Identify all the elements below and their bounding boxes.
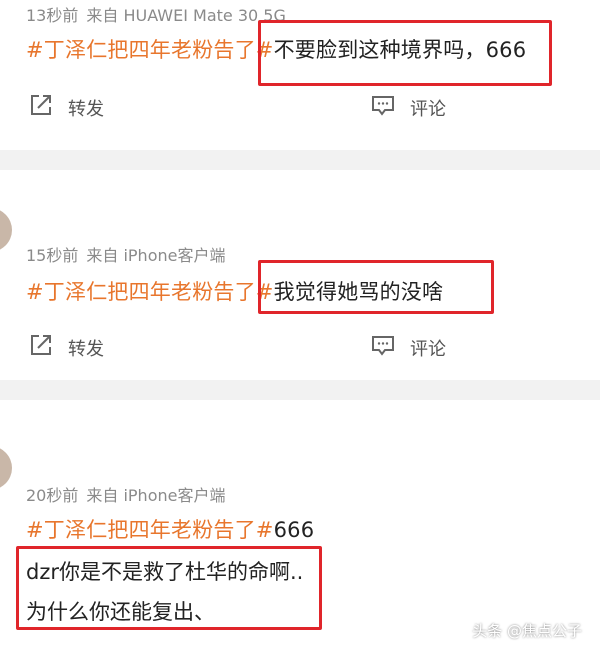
- post-meta: 20秒前 来自 iPhone客户端: [26, 482, 225, 506]
- highlight-box: [16, 546, 322, 630]
- post-card-3: 20秒前 来自 iPhone客户端 #丁泽仁把四年老粉告了#666 dzr你是不是…: [0, 400, 600, 657]
- comment-label: 评论: [410, 98, 446, 120]
- repost-button[interactable]: 转发: [28, 332, 104, 363]
- avatar[interactable]: [0, 208, 12, 252]
- weibo-feed: 13秒前 来自 HUAWEI Mate 30 5G #丁泽仁把四年老粉告了#不要脸…: [0, 0, 600, 657]
- highlight-box: [258, 260, 494, 314]
- comment-button[interactable]: 评论: [370, 92, 446, 123]
- comment-icon: [370, 332, 396, 363]
- post-source: 来自 iPhone客户端: [86, 246, 226, 265]
- comment-button[interactable]: 评论: [370, 332, 446, 363]
- highlight-box: [258, 20, 552, 86]
- post-source: 来自 iPhone客户端: [86, 486, 226, 505]
- post-time: 15秒前: [26, 246, 79, 265]
- comment-label: 评论: [410, 338, 446, 360]
- watermark: 头条 @焦点公子: [472, 622, 582, 640]
- post-source: 来自 HUAWEI Mate 30 5G: [86, 6, 286, 25]
- post-body: 666: [273, 518, 315, 542]
- repost-label: 转发: [68, 98, 104, 120]
- post-card-1: 13秒前 来自 HUAWEI Mate 30 5G #丁泽仁把四年老粉告了#不要脸…: [0, 0, 600, 150]
- hashtag-link[interactable]: #丁泽仁把四年老粉告了#: [26, 518, 274, 542]
- divider: [0, 150, 600, 170]
- post-card-2: 15秒前 来自 iPhone客户端 #丁泽仁把四年老粉告了#我觉得她骂的没啥 转发: [0, 170, 600, 380]
- post-time: 13秒前: [26, 6, 79, 25]
- post-meta: 13秒前 来自 HUAWEI Mate 30 5G: [26, 2, 286, 26]
- hashtag-link[interactable]: #丁泽仁把四年老粉告了#: [26, 280, 274, 304]
- hashtag-link[interactable]: #丁泽仁把四年老粉告了#: [26, 38, 274, 62]
- comment-icon: [370, 92, 396, 123]
- avatar[interactable]: [0, 446, 12, 490]
- repost-icon: [28, 92, 54, 123]
- divider: [0, 380, 600, 400]
- repost-icon: [28, 332, 54, 363]
- post-text: #丁泽仁把四年老粉告了#666: [26, 514, 314, 544]
- repost-button[interactable]: 转发: [28, 92, 104, 123]
- repost-label: 转发: [68, 338, 104, 360]
- post-meta: 15秒前 来自 iPhone客户端: [26, 242, 225, 266]
- post-time: 20秒前: [26, 486, 79, 505]
